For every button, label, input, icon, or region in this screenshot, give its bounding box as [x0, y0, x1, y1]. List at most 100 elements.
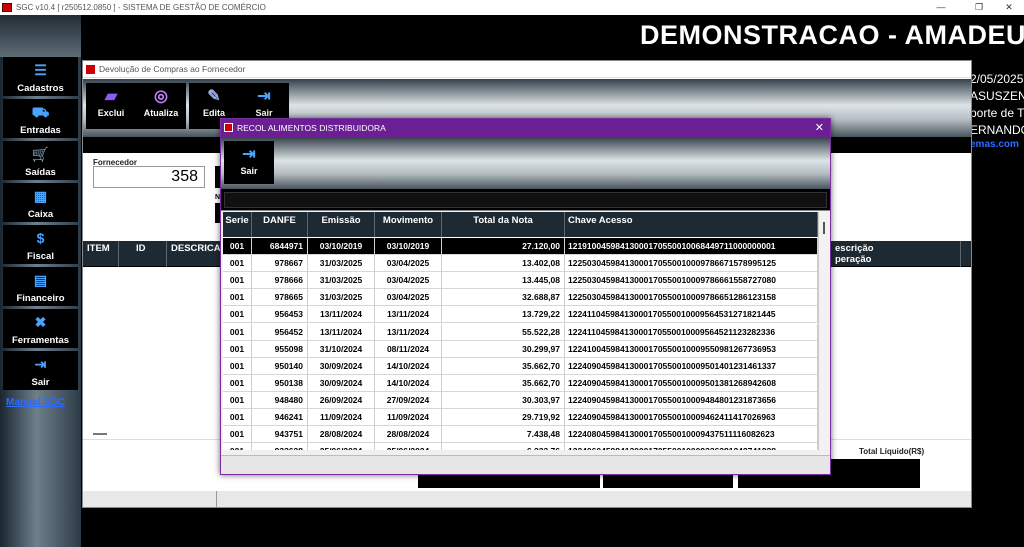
devolucao-window-titlebar: Devolução de Compras ao Fornecedor [83, 61, 971, 78]
cell-total: 27.120,00 [442, 238, 565, 255]
fornecedor-input[interactable]: 358 [93, 166, 205, 188]
sidebar-item-7[interactable]: ⇥ Sair [3, 351, 78, 390]
app-icon [2, 3, 12, 12]
table-row[interactable]: 001 943751 28/08/2024 28/08/2024 7.438,48 122… [223, 426, 818, 444]
cart-icon: 🛒 [31, 146, 50, 162]
cell-movimento: 13/11/2024 [375, 323, 442, 341]
sidebar-item-label: Financeiro [16, 293, 65, 304]
cell-danfe: 933628 [252, 443, 308, 450]
col-chave-acesso[interactable]: Chave Acesso [565, 212, 818, 237]
col-movimento[interactable]: Movimento [375, 212, 442, 237]
sidebar-item-label: Saídas [25, 167, 56, 178]
status-separator [216, 491, 217, 507]
col-id[interactable]: ID [119, 241, 167, 267]
dialog-search-bar [221, 189, 830, 211]
cell-danfe: 943751 [252, 426, 308, 444]
col-serie[interactable]: Serie [223, 212, 252, 237]
table-row[interactable]: 001 955098 31/10/2024 08/11/2024 30.299,97 12… [223, 340, 818, 358]
dialog-search-input[interactable] [224, 192, 827, 208]
col-emissao[interactable]: Emissão [308, 212, 375, 237]
exit-icon: ⇥ [34, 356, 47, 372]
dialog-toolbar: ⇥ Sair [221, 137, 830, 189]
table-row[interactable]: 001 946241 11/09/2024 11/09/2024 29.719,92 12… [223, 409, 818, 426]
recol-dialog: RECOL ALIMENTOS DISTRIBUIDORA ✕ ⇥ Sair S… [220, 118, 831, 475]
cell-serie: 001 [223, 340, 252, 358]
table-row[interactable]: 001 948480 26/09/2024 27/09/2024 30.303,97 12… [223, 391, 818, 409]
sidebar-item-6[interactable]: ✖ Ferramentas [3, 309, 78, 348]
manual-sgc-link[interactable]: Manual SGC [6, 397, 65, 408]
cell-serie: 001 [223, 357, 252, 375]
cell-danfe: 950138 [252, 374, 308, 392]
sidebar-item-2[interactable]: 🛒 Saídas [3, 141, 78, 180]
sidebar-item-4[interactable]: $ Fiscal [3, 225, 78, 264]
cell-danfe: 950140 [252, 357, 308, 375]
dialog-close-button[interactable]: ✕ [815, 119, 824, 137]
cell-chave: 1224090459841300017055001000950138126894… [565, 374, 818, 392]
close-button[interactable]: ✕ [994, 0, 1024, 15]
table-row[interactable]: 001 956453 13/11/2024 13/11/2024 13.729,22 12… [223, 306, 818, 324]
cell-total: 30.303,97 [442, 391, 565, 409]
minimize-button[interactable]: — [926, 0, 956, 15]
table-row[interactable]: 001 978665 31/03/2025 03/04/2025 32.688,87 12… [223, 289, 818, 307]
sidebar: ☰ Cadastros ⛟ Entradas 🛒 Saídas ▦ Caixa $ Fiscal ▤… [0, 15, 81, 547]
cell-danfe: 6844971 [252, 238, 308, 255]
col-item[interactable]: ITEM [83, 241, 119, 267]
table-row[interactable]: 001 950140 30/09/2024 14/10/2024 35.662,70 12… [223, 357, 818, 375]
sidebar-item-3[interactable]: ▦ Caixa [3, 183, 78, 222]
cell-total: 35.662,70 [442, 374, 565, 392]
cell-chave: 1225030459841300017055001000978667157899… [565, 255, 818, 273]
document-money-icon: ▤ [33, 272, 48, 288]
cell-emissao: 30/09/2024 [308, 357, 375, 375]
cell-total: 13.729,22 [442, 306, 565, 324]
window-icon [86, 65, 95, 74]
site-link[interactable]: emas.com [970, 139, 1019, 150]
cell-movimento: 14/10/2024 [375, 374, 442, 392]
window-icon [224, 123, 233, 132]
col-total-nota[interactable]: Total da Nota [442, 212, 565, 237]
notas-grid-header: Serie DANFE Emissão Movimento Total da N… [223, 212, 818, 237]
devolucao-window-title: Devolução de Compras ao Fornecedor [99, 64, 246, 74]
cell-serie: 001 [223, 272, 252, 290]
scroll-thumb[interactable] [823, 222, 825, 234]
company-name: DEMONSTRACAO - AMADEU [640, 20, 1024, 50]
atualiza-button[interactable]: ◎ Atualiza [136, 83, 186, 129]
total-liquido-label: Total Líquido(R$) [859, 447, 925, 456]
notas-grid-scrollbar[interactable] [818, 212, 830, 450]
table-row[interactable]: 001 978667 31/03/2025 03/04/2025 13.402,08 12… [223, 255, 818, 273]
window-titlebar: SGC v10.4 [ r250512.0850 ] - SISTEMA DE … [0, 0, 1024, 15]
sidebar-item-5[interactable]: ▤ Financeiro [3, 267, 78, 306]
col-descricao-operacao[interactable]: escrição peração [831, 241, 961, 267]
cell-total: 30.299,97 [442, 340, 565, 358]
edita-label: Edita [202, 108, 225, 118]
cell-chave: 1224110459841300017055001000956452112328… [565, 323, 818, 341]
cell-total: 32.688,87 [442, 289, 565, 307]
table-row[interactable]: 00193362825/06/202425/06/20246.233,76122… [223, 443, 818, 450]
cell-emissao: 11/09/2024 [308, 409, 375, 426]
cell-serie: 001 [223, 255, 252, 273]
cell-emissao: 13/11/2024 [308, 306, 375, 324]
cell-total: 13.402,08 [442, 255, 565, 273]
cell-movimento: 03/04/2025 [375, 255, 442, 273]
table-row[interactable]: 001 6844971 03/10/2019 03/10/2019 27.120,00 1… [223, 238, 818, 255]
restore-button[interactable]: ❐ [964, 0, 994, 15]
date-text: 2/05/2025 [970, 72, 1024, 86]
col-descricao[interactable]: DESCRICA [167, 241, 227, 267]
col-danfe[interactable]: DANFE [252, 212, 308, 237]
cell-total: 35.662,70 [442, 357, 565, 375]
sidebar-item-1[interactable]: ⛟ Entradas [3, 99, 78, 138]
table-row[interactable]: 001 956452 13/11/2024 13/11/2024 55.522,28 12… [223, 323, 818, 341]
table-row[interactable]: 001 950138 30/09/2024 14/10/2024 35.662,70 12… [223, 374, 818, 392]
exclui-button[interactable]: ▰ Exclui [86, 83, 136, 129]
grid-scrollbar[interactable] [93, 433, 107, 435]
person-text: ERNANDO [970, 123, 1024, 137]
app-title: SGC v10.4 [ r250512.0850 ] - SISTEMA DE … [16, 3, 266, 12]
sidebar-item-0[interactable]: ☰ Cadastros [3, 57, 78, 96]
table-row[interactable]: 001 978666 31/03/2025 03/04/2025 13.445,08 12… [223, 272, 818, 290]
document-dollar-icon: $ [36, 230, 45, 246]
sidebar-item-label: Caixa [27, 209, 54, 220]
sidebar-item-label: Fiscal [27, 251, 54, 262]
cell-total: 6.233,76 [442, 443, 565, 450]
cell-chave: 1224090459841300017055001000946241141702… [565, 409, 818, 426]
cell-danfe: 978666 [252, 272, 308, 290]
dialog-sair-button[interactable]: ⇥ Sair [224, 141, 274, 184]
